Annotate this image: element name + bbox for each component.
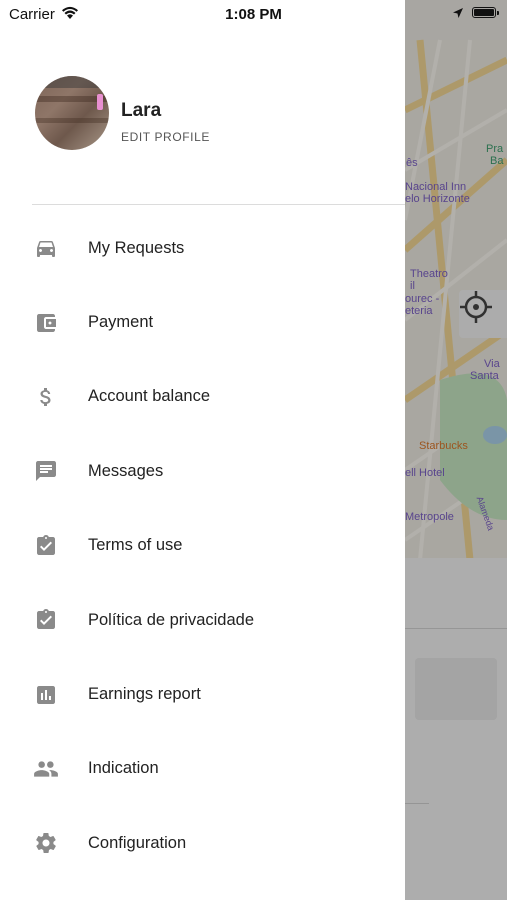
- gear-icon: [33, 830, 59, 856]
- menu-item-my-requests[interactable]: My Requests: [0, 211, 405, 285]
- battery-icon: [472, 7, 499, 18]
- menu-item-earnings-report[interactable]: Earnings report: [0, 657, 405, 731]
- drawer-menu: My Requests Payment Account balance Mess…: [0, 211, 405, 881]
- menu-item-label: My Requests: [88, 238, 185, 257]
- menu-item-privacy-policy[interactable]: Política de privacidade: [0, 583, 405, 657]
- wallet-icon: [33, 310, 59, 336]
- menu-item-messages[interactable]: Messages: [0, 434, 405, 508]
- menu-item-label: Earnings report: [88, 685, 201, 704]
- clipboard-check-icon: [33, 607, 59, 633]
- menu-item-indication[interactable]: Indication: [0, 732, 405, 806]
- menu-item-label: Política de privacidade: [88, 610, 255, 629]
- menu-item-label: Payment: [88, 313, 154, 332]
- menu-item-label: Account balance: [88, 387, 211, 406]
- menu-item-account-balance[interactable]: Account balance: [0, 360, 405, 434]
- menu-item-label: Indication: [88, 759, 159, 778]
- menu-item-payment[interactable]: Payment: [0, 285, 405, 359]
- user-name: Lara: [121, 100, 162, 121]
- clipboard-check-icon: [33, 533, 59, 559]
- location-arrow-icon: [453, 8, 463, 18]
- message-icon: [33, 458, 59, 484]
- avatar[interactable]: [35, 76, 109, 150]
- people-icon: [33, 756, 59, 782]
- dollar-icon: [33, 384, 59, 410]
- status-bar: Carrier 1:08 PM: [0, 0, 507, 28]
- bar-chart-icon: [33, 682, 59, 708]
- car-icon: [33, 235, 59, 261]
- profile-header[interactable]: Lara EDIT PROFILE: [0, 28, 405, 204]
- menu-item-label: Configuration: [88, 833, 187, 852]
- edit-profile-link[interactable]: EDIT PROFILE: [121, 130, 210, 144]
- menu-item-terms-of-use[interactable]: Terms of use: [0, 509, 405, 583]
- clock: 1:08 PM: [225, 6, 282, 23]
- menu-item-configuration[interactable]: Configuration: [0, 806, 405, 880]
- divider: [32, 204, 405, 205]
- menu-item-label: Terms of use: [88, 536, 183, 555]
- menu-item-label: Messages: [88, 461, 164, 480]
- navigation-drawer: Lara EDIT PROFILE My Requests Payment Ac…: [0, 0, 405, 900]
